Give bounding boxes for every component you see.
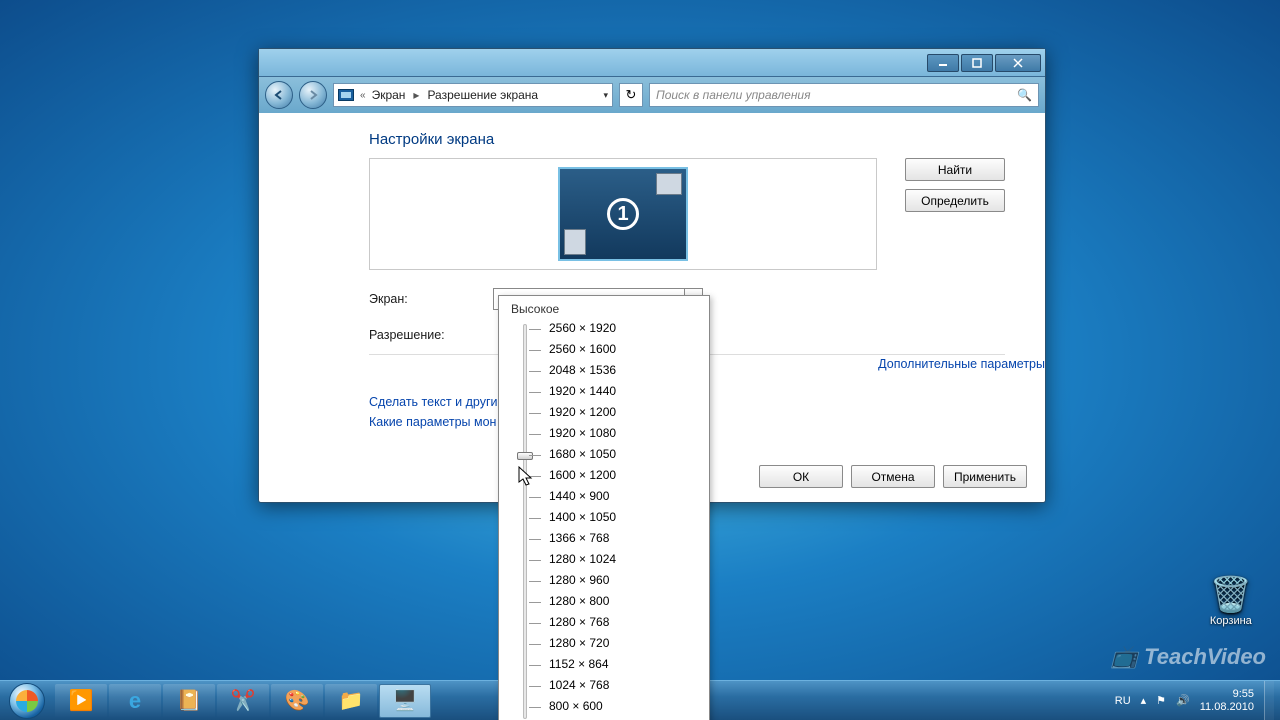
detect-button[interactable]: Найти: [905, 158, 1005, 181]
explorer-navbar: « Экран ▸ Разрешение экрана ▾ ↻ Поиск в …: [259, 77, 1045, 113]
resolution-option[interactable]: 1280 × 960: [499, 570, 709, 591]
search-placeholder: Поиск в панели управления: [656, 88, 811, 102]
resolution-option[interactable]: 2560 × 1920: [499, 318, 709, 339]
taskbar-item-wmp[interactable]: ▶️: [55, 684, 107, 718]
mini-window-icon: [656, 173, 682, 195]
resolution-option[interactable]: 1400 × 1050: [499, 507, 709, 528]
tv-icon: 📺: [1111, 644, 1138, 670]
titlebar[interactable]: [259, 49, 1045, 77]
screen-label: Экран:: [369, 292, 493, 306]
resolution-option[interactable]: 1366 × 768: [499, 528, 709, 549]
taskbar-item-ie[interactable]: e: [109, 684, 161, 718]
resolution-option[interactable]: 2560 × 1600: [499, 339, 709, 360]
mini-window-icon: [564, 229, 586, 255]
mouse-cursor: [518, 466, 536, 488]
taskbar-item-notes[interactable]: 📔: [163, 684, 215, 718]
resolution-option[interactable]: 1920 × 1200: [499, 402, 709, 423]
start-button[interactable]: [0, 681, 54, 720]
taskbar-item-paint[interactable]: 🎨: [271, 684, 323, 718]
system-tray[interactable]: RU ▴ ⚑ 🔊 9:55 11.08.2010: [1109, 681, 1280, 720]
cancel-button[interactable]: Отмена: [851, 465, 935, 488]
nav-back-button[interactable]: [265, 81, 293, 109]
breadcrumb-resolution[interactable]: Разрешение экрана: [427, 88, 538, 102]
breadcrumb-screen[interactable]: Экран: [372, 88, 406, 102]
monitor-number: 1: [607, 198, 639, 230]
show-desktop-button[interactable]: [1264, 681, 1274, 720]
recycle-bin-icon[interactable]: 🗑️ Корзина: [1210, 575, 1252, 627]
resolution-option[interactable]: 1024 × 768: [499, 675, 709, 696]
refresh-button[interactable]: ↻: [619, 83, 643, 107]
resolution-dropdown-list[interactable]: Высокое 2560 × 19202560 × 16002048 × 153…: [498, 295, 710, 720]
resolution-option[interactable]: 1280 × 768: [499, 612, 709, 633]
volume-icon[interactable]: 🔊: [1176, 694, 1190, 707]
resolution-label: Разрешение:: [369, 328, 493, 342]
address-dropdown-icon[interactable]: ▾: [603, 90, 608, 101]
resolution-option[interactable]: 1440 × 900: [499, 486, 709, 507]
close-button[interactable]: [995, 54, 1041, 72]
display-icon: [338, 89, 354, 101]
advanced-settings-link[interactable]: Дополнительные параметры: [878, 357, 1045, 371]
resolution-option[interactable]: 1280 × 1024: [499, 549, 709, 570]
monitor-thumbnail[interactable]: 1: [558, 167, 688, 261]
resolution-option[interactable]: 2048 × 1536: [499, 360, 709, 381]
taskbar-item-explorer[interactable]: 📁: [325, 684, 377, 718]
resolution-option[interactable]: 1152 × 864: [499, 654, 709, 675]
identify-button[interactable]: Определить: [905, 189, 1005, 212]
resolution-option[interactable]: 1280 × 720: [499, 633, 709, 654]
taskbar-item-snipping[interactable]: ✂️: [217, 684, 269, 718]
address-bar[interactable]: « Экран ▸ Разрешение экрана ▾: [333, 83, 613, 107]
page-title: Настройки экрана: [369, 131, 1005, 148]
resolution-option[interactable]: 800 × 600: [499, 696, 709, 717]
resolution-option[interactable]: 1280 × 800: [499, 591, 709, 612]
taskbar-item-control-panel[interactable]: 🖥️: [379, 684, 431, 718]
ok-button[interactable]: ОК: [759, 465, 843, 488]
language-indicator[interactable]: RU: [1115, 695, 1131, 707]
tray-expand-icon[interactable]: ▴: [1141, 694, 1147, 707]
nav-forward-button[interactable]: [299, 81, 327, 109]
resolution-option[interactable]: 1920 × 1440: [499, 381, 709, 402]
watermark: 📺 TeachVideo: [1111, 644, 1266, 670]
action-center-icon[interactable]: ⚑: [1156, 694, 1166, 707]
scale-high-label: Высокое: [499, 296, 709, 318]
apply-button[interactable]: Применить: [943, 465, 1027, 488]
resolution-option[interactable]: 1920 × 1080: [499, 423, 709, 444]
recycle-bin-label: Корзина: [1210, 615, 1252, 627]
display-preview[interactable]: 1: [369, 158, 877, 270]
search-input[interactable]: Поиск в панели управления 🔍: [649, 83, 1039, 107]
minimize-button[interactable]: [927, 54, 959, 72]
clock[interactable]: 9:55 11.08.2010: [1200, 688, 1254, 714]
maximize-button[interactable]: [961, 54, 993, 72]
resolution-option[interactable]: 1680 × 1050: [499, 444, 709, 465]
dialog-buttons: ОК Отмена Применить: [759, 465, 1027, 488]
search-icon: 🔍: [1017, 88, 1032, 102]
